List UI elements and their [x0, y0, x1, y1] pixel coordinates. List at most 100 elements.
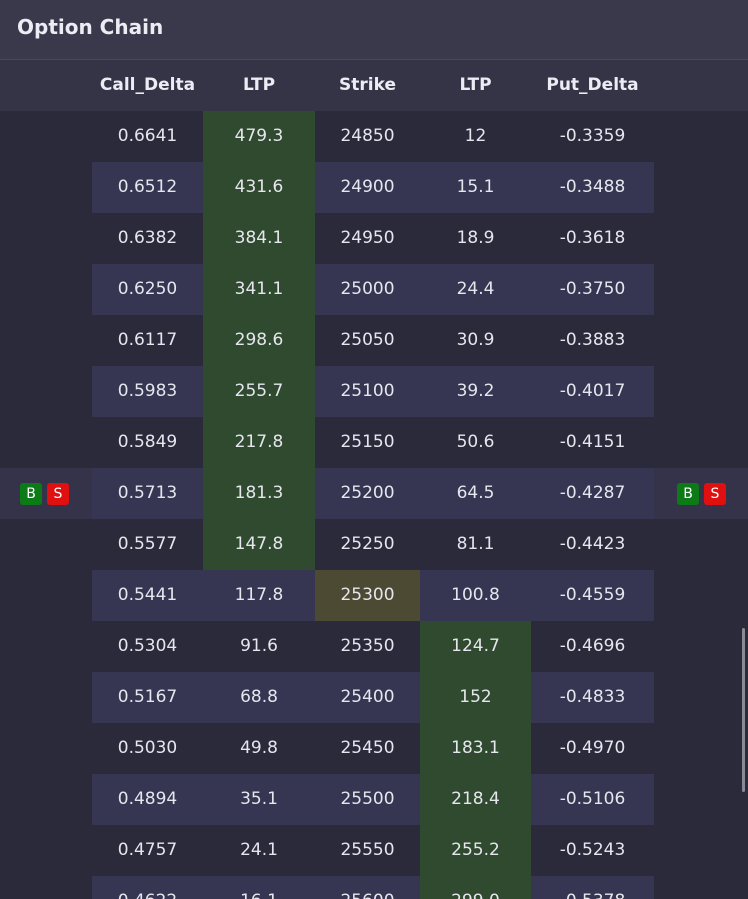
put-delta-cell[interactable]: -0.3618 — [531, 213, 654, 264]
table-row[interactable]: 0.5167 68.8 25400 152 -0.4833 — [0, 672, 748, 723]
call-delta-cell[interactable]: 0.5441 — [92, 570, 203, 621]
buy-button[interactable]: B — [20, 483, 42, 505]
strike-cell[interactable]: 25500 — [315, 774, 420, 825]
call-delta-cell[interactable]: 0.5849 — [92, 417, 203, 468]
strike-cell[interactable]: 24850 — [315, 111, 420, 162]
put-delta-cell[interactable]: -0.3750 — [531, 264, 654, 315]
table-row[interactable]: 0.6641 479.3 24850 12 -0.3359 — [0, 111, 748, 162]
put-delta-cell[interactable]: -0.4287 — [531, 468, 654, 519]
column-header-call-delta[interactable]: Call_Delta — [92, 60, 203, 111]
put-delta-cell[interactable]: -0.4017 — [531, 366, 654, 417]
strike-cell[interactable]: 25600 — [315, 876, 420, 899]
table-row[interactable]: 0.6250 341.1 25000 24.4 -0.3750 — [0, 264, 748, 315]
put-ltp-cell[interactable]: 299.0 — [420, 876, 531, 899]
table-row[interactable]: 0.5983 255.7 25100 39.2 -0.4017 — [0, 366, 748, 417]
call-ltp-cell[interactable]: 117.8 — [203, 570, 315, 621]
strike-cell[interactable]: 25150 — [315, 417, 420, 468]
call-ltp-cell[interactable]: 479.3 — [203, 111, 315, 162]
strike-cell[interactable]: 25250 — [315, 519, 420, 570]
call-ltp-cell[interactable]: 35.1 — [203, 774, 315, 825]
put-ltp-cell[interactable]: 64.5 — [420, 468, 531, 519]
strike-cell[interactable]: 25350 — [315, 621, 420, 672]
sell-button[interactable]: S — [704, 483, 726, 505]
column-header-put-ltp[interactable]: LTP — [420, 60, 531, 111]
sell-button[interactable]: S — [47, 483, 69, 505]
put-delta-cell[interactable]: -0.4696 — [531, 621, 654, 672]
call-ltp-cell[interactable]: 49.8 — [203, 723, 315, 774]
call-ltp-cell[interactable]: 431.6 — [203, 162, 315, 213]
put-delta-cell[interactable]: -0.4559 — [531, 570, 654, 621]
table-row[interactable]: 0.6117 298.6 25050 30.9 -0.3883 — [0, 315, 748, 366]
call-delta-cell[interactable]: 0.4622 — [92, 876, 203, 899]
strike-cell[interactable]: 25200 — [315, 468, 420, 519]
column-header-put-delta[interactable]: Put_Delta — [531, 60, 654, 111]
put-delta-cell[interactable]: -0.3359 — [531, 111, 654, 162]
put-ltp-cell[interactable]: 50.6 — [420, 417, 531, 468]
table-row[interactable]: 0.4894 35.1 25500 218.4 -0.5106 — [0, 774, 748, 825]
call-ltp-cell[interactable]: 384.1 — [203, 213, 315, 264]
call-ltp-cell[interactable]: 16.1 — [203, 876, 315, 899]
table-row[interactable]: 0.5030 49.8 25450 183.1 -0.4970 — [0, 723, 748, 774]
table-row[interactable]: 0.462216.125600299.0-0.5378 — [0, 876, 748, 899]
strike-cell[interactable]: 24950 — [315, 213, 420, 264]
call-delta-cell[interactable]: 0.6382 — [92, 213, 203, 264]
put-ltp-cell[interactable]: 218.4 — [420, 774, 531, 825]
call-ltp-cell[interactable]: 91.6 — [203, 621, 315, 672]
put-ltp-cell[interactable]: 183.1 — [420, 723, 531, 774]
put-ltp-cell[interactable]: 12 — [420, 111, 531, 162]
strike-cell[interactable]: 24900 — [315, 162, 420, 213]
call-delta-cell[interactable]: 0.4894 — [92, 774, 203, 825]
put-ltp-cell[interactable]: 15.1 — [420, 162, 531, 213]
call-delta-cell[interactable]: 0.4757 — [92, 825, 203, 876]
call-delta-cell[interactable]: 0.6641 — [92, 111, 203, 162]
call-ltp-cell[interactable]: 298.6 — [203, 315, 315, 366]
put-delta-cell[interactable]: -0.3883 — [531, 315, 654, 366]
table-row[interactable]: 0.5713 181.3 25200 64.5 -0.4287 B S B S — [0, 468, 748, 519]
table-row[interactable]: 0.5849 217.8 25150 50.6 -0.4151 — [0, 417, 748, 468]
strike-cell[interactable]: 25550 — [315, 825, 420, 876]
put-ltp-cell[interactable]: 39.2 — [420, 366, 531, 417]
put-ltp-cell[interactable]: 255.2 — [420, 825, 531, 876]
table-row[interactable]: 0.5304 91.6 25350 124.7 -0.4696 — [0, 621, 748, 672]
strike-cell[interactable]: 25000 — [315, 264, 420, 315]
call-delta-cell[interactable]: 0.5713 — [92, 468, 203, 519]
put-delta-cell[interactable]: -0.5243 — [531, 825, 654, 876]
put-delta-cell[interactable]: -0.4970 — [531, 723, 654, 774]
call-ltp-cell[interactable]: 341.1 — [203, 264, 315, 315]
call-ltp-cell[interactable]: 147.8 — [203, 519, 315, 570]
call-ltp-cell[interactable]: 24.1 — [203, 825, 315, 876]
call-delta-cell[interactable]: 0.6117 — [92, 315, 203, 366]
column-header-strike[interactable]: Strike — [315, 60, 420, 111]
call-delta-cell[interactable]: 0.6250 — [92, 264, 203, 315]
put-ltp-cell[interactable]: 100.8 — [420, 570, 531, 621]
call-ltp-cell[interactable]: 217.8 — [203, 417, 315, 468]
put-delta-cell[interactable]: -0.5378 — [531, 876, 654, 899]
table-row[interactable]: 0.5441 117.8 25300 100.8 -0.4559 — [0, 570, 748, 621]
call-delta-cell[interactable]: 0.5030 — [92, 723, 203, 774]
call-ltp-cell[interactable]: 255.7 — [203, 366, 315, 417]
put-delta-cell[interactable]: -0.5106 — [531, 774, 654, 825]
column-header-call-ltp[interactable]: LTP — [203, 60, 315, 111]
buy-button[interactable]: B — [677, 483, 699, 505]
put-ltp-cell[interactable]: 30.9 — [420, 315, 531, 366]
call-ltp-cell[interactable]: 68.8 — [203, 672, 315, 723]
put-ltp-cell[interactable]: 18.9 — [420, 213, 531, 264]
put-ltp-cell[interactable]: 124.7 — [420, 621, 531, 672]
put-ltp-cell[interactable]: 24.4 — [420, 264, 531, 315]
put-delta-cell[interactable]: -0.3488 — [531, 162, 654, 213]
call-delta-cell[interactable]: 0.5304 — [92, 621, 203, 672]
vertical-scrollbar[interactable] — [742, 628, 745, 792]
table-row[interactable]: 0.5577 147.8 25250 81.1 -0.4423 — [0, 519, 748, 570]
call-delta-cell[interactable]: 0.5167 — [92, 672, 203, 723]
strike-cell[interactable]: 25100 — [315, 366, 420, 417]
strike-cell[interactable]: 25050 — [315, 315, 420, 366]
strike-cell[interactable]: 25300 — [315, 570, 420, 621]
strike-cell[interactable]: 25450 — [315, 723, 420, 774]
table-row[interactable]: 0.4757 24.1 25550 255.2 -0.5243 — [0, 825, 748, 876]
call-delta-cell[interactable]: 0.5577 — [92, 519, 203, 570]
call-delta-cell[interactable]: 0.6512 — [92, 162, 203, 213]
table-row[interactable]: 0.6512 431.6 24900 15.1 -0.3488 — [0, 162, 748, 213]
put-delta-cell[interactable]: -0.4423 — [531, 519, 654, 570]
put-delta-cell[interactable]: -0.4151 — [531, 417, 654, 468]
put-delta-cell[interactable]: -0.4833 — [531, 672, 654, 723]
